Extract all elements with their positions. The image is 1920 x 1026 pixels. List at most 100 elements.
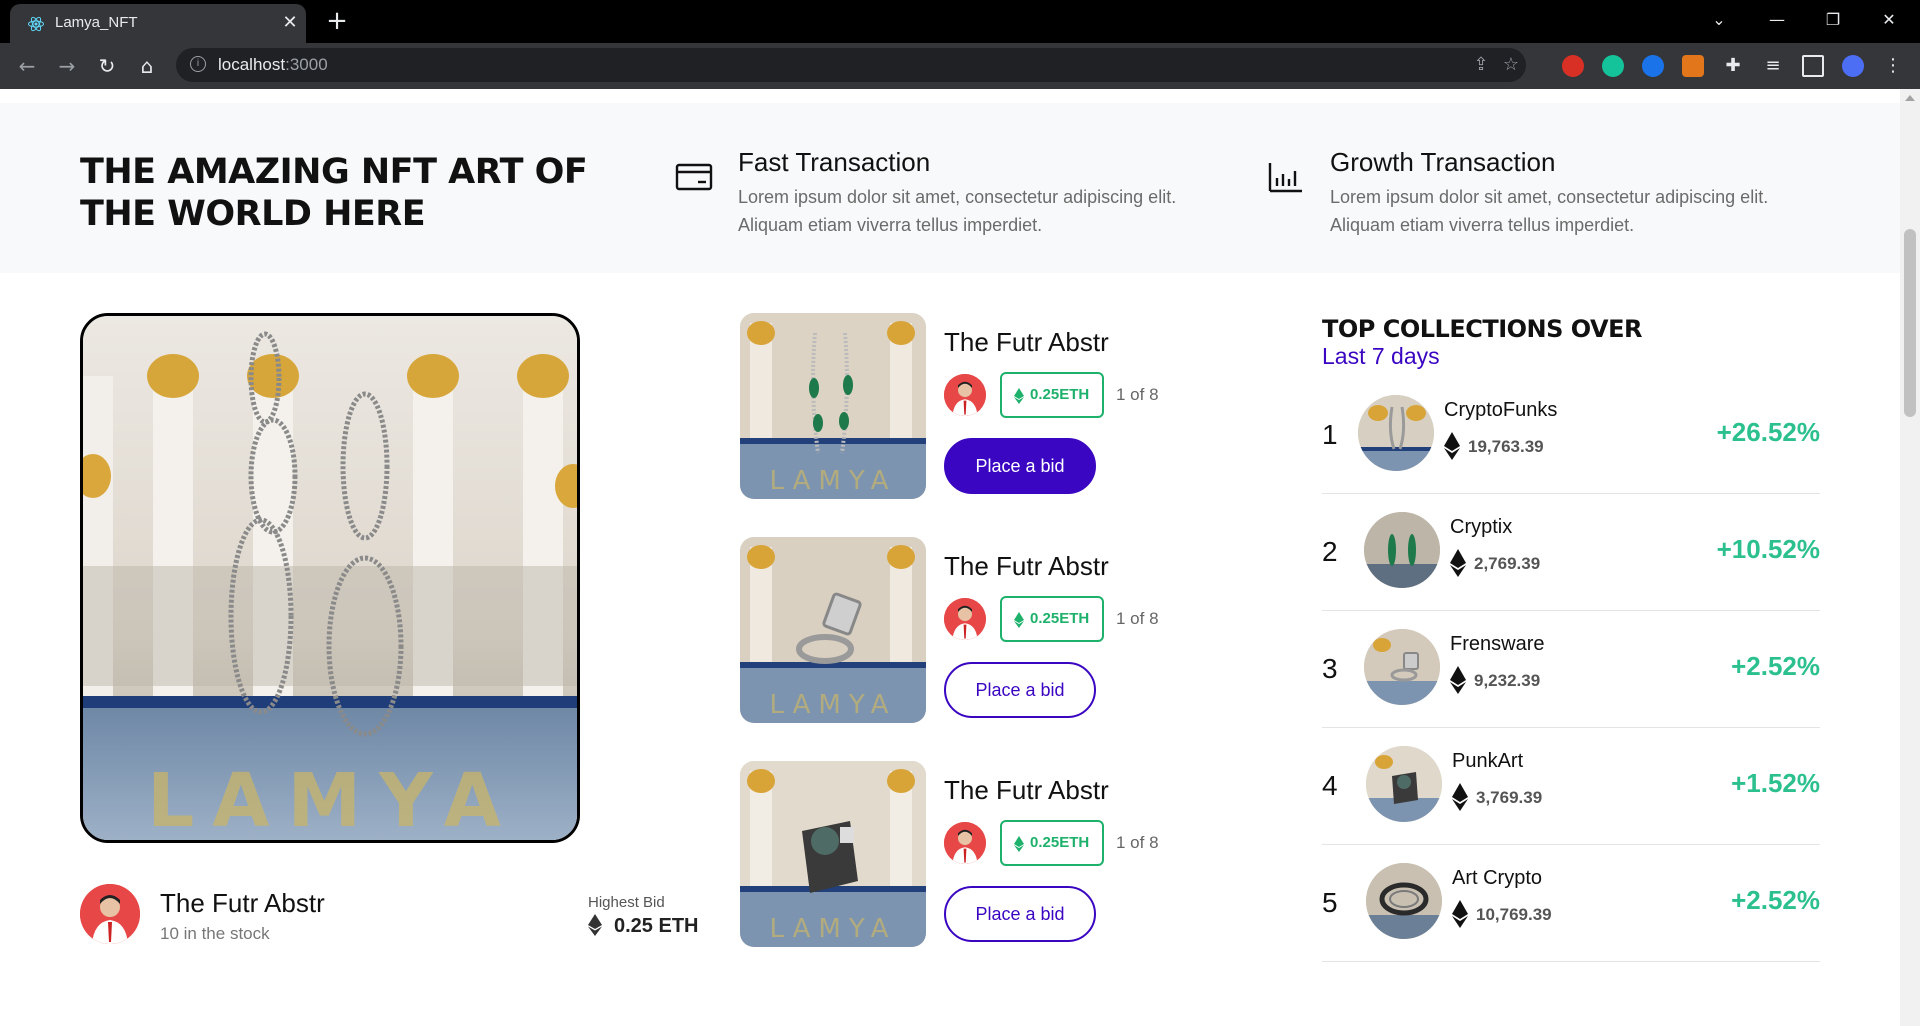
scrollbar-thumb[interactable] [1904, 229, 1916, 417]
highest-bid-value: 0.25 ETH [614, 915, 699, 937]
ethereum-icon [588, 914, 602, 936]
collection-rank: 4 [1322, 770, 1338, 801]
nft-listing-title: The Futr Abstr [944, 551, 1109, 581]
ethereum-icon [1444, 432, 1460, 460]
features-band: THE AMAZING NFT ART OF THE WORLD HERE Fa… [0, 103, 1900, 273]
extension-shazam-icon[interactable] [1642, 55, 1664, 77]
tab-search-icon[interactable]: ⌄ [1694, 0, 1744, 40]
forward-icon[interactable]: → [52, 51, 82, 81]
ethereum-icon [1014, 836, 1024, 852]
reload-icon[interactable]: ↻ [92, 51, 122, 81]
collection-change: +1.52% [1731, 768, 1820, 798]
media-control-icon[interactable]: ≡ [1762, 55, 1784, 77]
collection-rank: 2 [1322, 536, 1338, 567]
address-bar[interactable]: i localhost:3000 ⇪ ☆ [176, 48, 1526, 82]
creator-avatar[interactable] [944, 598, 986, 640]
scroll-up-arrow-icon[interactable] [1905, 95, 1915, 101]
edition-count: 1 of 8 [1116, 833, 1159, 852]
svg-text:LAMYA: LAMYA [770, 914, 897, 944]
place-bid-button[interactable]: Place a bid [944, 438, 1096, 494]
price-value: 0.25ETH [1030, 610, 1090, 627]
bookmark-star-icon[interactable]: ☆ [1500, 54, 1522, 76]
extension-grammarly-icon[interactable] [1602, 55, 1624, 77]
featured-nft-title: The Futr Abstr [160, 888, 325, 918]
new-tab-icon[interactable]: + [323, 8, 351, 36]
featured-nft-meta: The Futr Abstr 10 in the stock Highest B… [80, 884, 700, 954]
collection-change: +2.52% [1731, 651, 1820, 681]
price-tag: 0.25ETH [1000, 596, 1104, 642]
page-scrollbar[interactable] [1900, 89, 1920, 1026]
collection-name: Frensware [1450, 633, 1545, 655]
nft-listing-title: The Futr Abstr [944, 775, 1109, 805]
nft-listing-image[interactable]: LAMYA [740, 313, 926, 499]
edition-count: 1 of 8 [1116, 385, 1159, 404]
collection-volume: 19,763.39 [1468, 437, 1544, 456]
home-icon[interactable]: ⌂ [132, 51, 162, 81]
collection-row[interactable]: 2 Cryptix 2,769.39 +10.52% [1322, 494, 1820, 611]
collection-image [1364, 512, 1440, 588]
restore-icon[interactable]: ❐ [1808, 0, 1858, 40]
svg-text:LAMYA: LAMYA [147, 758, 519, 843]
featured-nft-image[interactable]: LAMYA [80, 313, 580, 843]
share-icon[interactable]: ⇪ [1470, 54, 1492, 76]
jewelry-pearl-ring-image: LAMYA [740, 761, 926, 947]
side-panel-icon[interactable] [1802, 55, 1824, 77]
minimize-icon[interactable]: — [1752, 0, 1802, 40]
collection-image [1366, 863, 1442, 939]
profile-avatar[interactable] [1842, 55, 1864, 77]
page-headline: THE AMAZING NFT ART OF THE WORLD HERE [80, 152, 588, 234]
place-bid-button[interactable]: Place a bid [944, 662, 1096, 718]
react-icon [28, 16, 44, 32]
extensions-puzzle-icon[interactable]: ✚ [1722, 55, 1744, 77]
collection-row[interactable]: 3 Frensware 9,232.39 +2.52% [1322, 611, 1820, 728]
jewelry-ring-image: LAMYA [740, 537, 926, 723]
jewelry-earrings-image: LAMYA [83, 316, 577, 843]
ethereum-icon [1450, 666, 1466, 694]
nft-listing-title: The Futr Abstr [944, 327, 1109, 357]
browser-toolbar: ← → ↻ ⌂ i localhost:3000 ⇪ ☆ ✚ ≡ ⋮ [0, 43, 1920, 89]
extension-adblock-icon[interactable] [1562, 55, 1584, 77]
collection-row[interactable]: 4 PunkArt 3,769.39 +1.52% [1322, 728, 1820, 845]
creator-avatar[interactable] [80, 884, 140, 944]
site-info-icon[interactable]: i [190, 56, 206, 72]
collection-name: Cryptix [1450, 516, 1513, 538]
nft-listing-card: LAMYA The Futr Abstr 0.25ETH 1 of 8 Plac… [740, 761, 1220, 947]
person-avatar-icon [80, 884, 140, 944]
edition-count: 1 of 8 [1116, 609, 1159, 628]
price-tag: 0.25ETH [1000, 820, 1104, 866]
back-icon[interactable]: ← [12, 51, 42, 81]
collection-thumbnail [1364, 512, 1440, 588]
collection-image [1358, 395, 1434, 471]
creator-avatar[interactable] [944, 822, 986, 864]
feature-description: Lorem ipsum dolor sit amet, consectetur … [1330, 187, 1769, 235]
collection-rank: 5 [1322, 887, 1338, 918]
collection-volume: 10,769.39 [1476, 905, 1552, 924]
feature-title: Growth Transaction [1330, 147, 1556, 177]
price-value: 0.25ETH [1030, 386, 1090, 403]
place-bid-button[interactable]: Place a bid [944, 886, 1096, 942]
person-avatar-icon [944, 822, 986, 864]
extension-metamask-icon[interactable] [1682, 55, 1704, 77]
address-url: localhost:3000 [218, 55, 328, 74]
person-avatar-icon [944, 374, 986, 416]
collection-volume: 3,769.39 [1476, 788, 1543, 807]
collection-row[interactable]: 5 Art Crypto 10,769.39 +2.52% [1322, 845, 1820, 962]
svg-text:LAMYA: LAMYA [770, 466, 897, 496]
close-window-icon[interactable]: ✕ [1864, 0, 1914, 40]
nft-listing-card: LAMYA The Futr Abstr 0.25ETH 1 of 8 Plac… [740, 537, 1220, 723]
collection-row[interactable]: 1 CryptoFunks 19,763.39 +26.52% [1322, 377, 1820, 494]
card-icon [675, 163, 713, 191]
more-menu-icon[interactable]: ⋮ [1882, 55, 1904, 77]
price-tag: 0.25ETH [1000, 372, 1104, 418]
collection-volume: 9,232.39 [1474, 671, 1541, 690]
browser-tab[interactable]: Lamya_NFT ✕ [10, 4, 306, 43]
nft-listing-image[interactable]: LAMYA [740, 537, 926, 723]
collections-title: TOP COLLECTIONS OVER [1322, 315, 1642, 343]
svg-text:LAMYA: LAMYA [770, 690, 897, 720]
creator-avatar[interactable] [944, 374, 986, 416]
nft-listing-image[interactable]: LAMYA [740, 761, 926, 947]
close-tab-icon[interactable]: ✕ [280, 13, 300, 33]
collection-change: +2.52% [1731, 885, 1820, 915]
collection-change: +26.52% [1716, 417, 1820, 447]
collection-name: PunkArt [1452, 750, 1524, 772]
